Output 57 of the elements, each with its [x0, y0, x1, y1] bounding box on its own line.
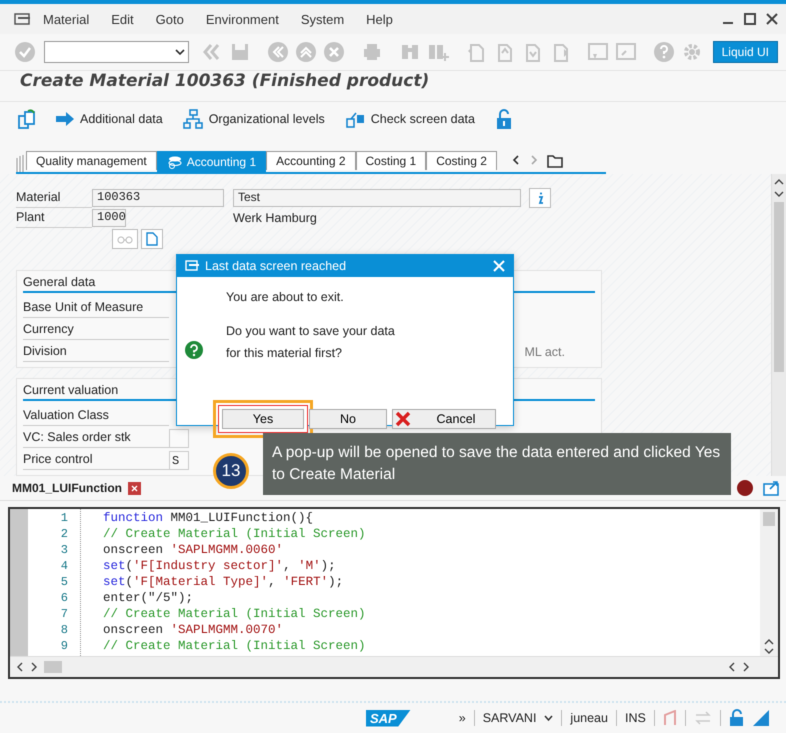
menu-item[interactable]: Environment: [194, 12, 290, 26]
callout-text: A pop-up will be opened to save the data entered and clicked Yes to Create Material: [263, 433, 731, 495]
tab[interactable]: Accounting 1: [156, 151, 266, 172]
line-number: 2: [60, 527, 68, 541]
field-label: Valuation Class: [23, 406, 169, 426]
material-field[interactable]: 100363: [92, 189, 224, 208]
toolbar-button[interactable]: Check screen data: [370, 112, 475, 126]
dialog-message: You are about to exit.: [226, 291, 345, 304]
menu-item[interactable]: Material: [32, 12, 100, 26]
tab[interactable]: Costing 2: [426, 151, 497, 170]
code-line: set('F[Material Type]', 'FERT');: [103, 574, 344, 590]
script-tab[interactable]: MM01_LUIFunction: [12, 481, 122, 495]
no-button[interactable]: No: [309, 409, 387, 429]
liquid-ui-button[interactable]: Liquid UI: [712, 41, 778, 63]
code-line: function MM01_LUIFunction(){: [103, 510, 314, 526]
tab[interactable]: Costing 1: [356, 151, 426, 170]
code-line: set('F[Industry sector]', 'M');: [103, 558, 337, 574]
menu-item[interactable]: Goto: [144, 12, 195, 26]
description-field[interactable]: Test: [233, 189, 521, 208]
cancel-button[interactable]: Cancel: [392, 409, 496, 429]
code-line: onscreen 'SAPLMGMM.0060': [103, 542, 284, 558]
sap-logo: SAP: [366, 710, 411, 726]
client-name: juneau: [570, 711, 608, 725]
line-number: 1: [60, 511, 68, 525]
tab[interactable]: Quality management: [26, 151, 157, 170]
line-number: 7: [60, 607, 68, 621]
field-label: Currency: [23, 320, 169, 340]
dialog-question: Do you want to save your data: [226, 324, 396, 340]
menu-item[interactable]: System: [290, 12, 356, 26]
line-number: 3: [60, 543, 68, 557]
code-line: onscreen 'SAPLMGMM.0070': [103, 622, 284, 638]
code-line: enter("/5");: [103, 590, 194, 606]
insert-mode: INS: [624, 711, 646, 725]
line-number: 9: [60, 639, 68, 653]
field-label: ML act.: [524, 345, 565, 359]
code-line: // Create Material (Initial Screen): [103, 526, 367, 542]
line-number: 4: [60, 559, 68, 573]
expand-button[interactable]: »: [458, 711, 466, 725]
dialog-question: for this material first?: [226, 346, 344, 362]
code-line: // Create Material (Initial Screen): [103, 638, 367, 654]
dialog-title: Last data screen reached: [205, 259, 348, 273]
screen-title: Create Material 100363 (Finished product): [0, 71, 786, 102]
input-field[interactable]: S: [169, 450, 189, 470]
tab[interactable]: Accounting 2: [266, 151, 356, 170]
field-label: Division: [23, 342, 169, 362]
line-number: 8: [60, 623, 68, 637]
toolbar-button[interactable]: Additional data: [80, 112, 163, 126]
line-number: 5: [60, 575, 68, 589]
plant-field[interactable]: 1000: [92, 209, 126, 228]
menu-item[interactable]: Help: [355, 12, 404, 26]
field-label: Base Unit of Measure: [23, 298, 169, 318]
code-line: // Create Material (Initial Screen): [103, 606, 367, 622]
toolbar-button[interactable]: Organizational levels: [208, 112, 325, 126]
system-name: SARVANI: [482, 711, 536, 725]
line-number: 6: [60, 591, 68, 605]
plant-name: Werk Hamburg: [233, 211, 317, 226]
menu-item[interactable]: Edit: [100, 12, 145, 26]
